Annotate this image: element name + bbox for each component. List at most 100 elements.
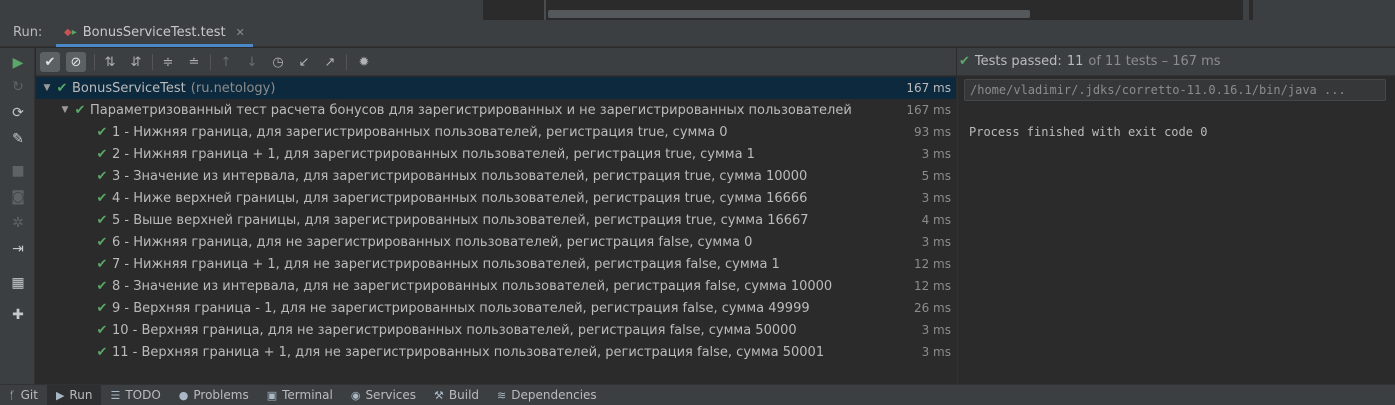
test-duration: 167 ms xyxy=(906,103,951,117)
test-case-row[interactable]: ✔ 4 - Ниже верхней границы, для зарегист… xyxy=(36,187,956,209)
tool-tab-terminal[interactable]: ▣ Terminal xyxy=(258,385,342,405)
tool-tab-problems[interactable]: ● Problems xyxy=(170,385,258,405)
export-tests-icon[interactable]: ↗ xyxy=(320,52,340,72)
settings-wrench-icon[interactable]: ✎ xyxy=(9,130,27,148)
passed-check-icon: ✔ xyxy=(56,80,68,96)
folded-command-line[interactable]: /home/vladimir/.jdks/corretto-11.0.16.1/… xyxy=(964,79,1386,101)
test-duration: 4 ms xyxy=(921,213,951,227)
rerun-failed-icon[interactable]: ↻ xyxy=(9,78,27,96)
passed-check-icon: ✔ xyxy=(96,146,108,162)
run-panel-label: Run: xyxy=(13,25,43,40)
test-duration: 26 ms xyxy=(913,301,951,315)
tool-tab-label: Services xyxy=(365,388,417,402)
tool-tab-build[interactable]: ⚒ Build xyxy=(425,385,488,405)
passed-check-icon: ✔ xyxy=(959,54,970,69)
test-case-label: 6 - Нижняя граница, для не зарегистриров… xyxy=(112,234,753,250)
tool-tab-run[interactable]: ▶ Run xyxy=(46,384,102,405)
toggle-auto-test-icon[interactable]: ⟳ xyxy=(9,104,27,122)
test-case-row[interactable]: ✔ 11 - Верхняя граница + 1, для не зарег… xyxy=(36,341,956,363)
chevron-down-icon[interactable]: ▼ xyxy=(40,83,54,93)
passed-check-icon: ✔ xyxy=(96,212,108,228)
toolbar-separator xyxy=(210,54,211,70)
tool-tab-services[interactable]: ◉ Services xyxy=(342,385,425,405)
services-icon: ◉ xyxy=(350,388,361,402)
tree-root-row[interactable]: ▼ ✔ BonusServiceTest (ru.netology) 167 m… xyxy=(36,77,956,99)
sort-alphabetically-icon[interactable]: ⇅ xyxy=(100,52,120,72)
tool-tab-label: Problems xyxy=(193,388,249,402)
status-prefix: Tests passed: xyxy=(974,54,1062,69)
horizontal-scrollbar[interactable] xyxy=(548,10,1030,18)
previous-failed-icon[interactable]: ↑ xyxy=(216,52,236,72)
test-duration: 93 ms xyxy=(913,125,951,139)
tab-run-configuration[interactable]: ◆▸ BonusServiceTest.test ✕ xyxy=(56,20,253,47)
import-tests-icon[interactable]: ↙ xyxy=(294,52,314,72)
info-icon: ● xyxy=(178,388,189,402)
tool-tab-dependencies[interactable]: ≋ Dependencies xyxy=(488,385,606,405)
tool-tab-label: Dependencies xyxy=(511,388,597,402)
gear-icon[interactable]: ✹ xyxy=(354,52,374,72)
tool-tab-label: Terminal xyxy=(282,388,333,402)
fold-ellipsis[interactable]: ... xyxy=(1324,83,1346,97)
status-passed-count: 11 xyxy=(1066,54,1084,69)
test-case-label: 5 - Выше верхней границы, для зарегистри… xyxy=(112,212,809,228)
java-command: /home/vladimir/.jdks/corretto-11.0.16.1/… xyxy=(970,83,1317,97)
test-case-label: 1 - Нижняя граница, для зарегистрированн… xyxy=(112,124,728,140)
test-duration: 3 ms xyxy=(921,235,951,249)
show-ignored-icon[interactable]: ⊘ xyxy=(66,52,86,72)
test-case-row[interactable]: ✔ 9 - Верхняя граница - 1, для не зареги… xyxy=(36,297,956,319)
test-duration: 3 ms xyxy=(921,147,951,161)
layout-icon[interactable]: ▦ xyxy=(9,274,27,292)
test-duration: 12 ms xyxy=(913,279,951,293)
test-case-row[interactable]: ✔ 1 - Нижняя граница, для зарегистрирова… xyxy=(36,121,956,143)
terminal-icon: ▣ xyxy=(266,388,278,402)
tool-tab-label: Build xyxy=(448,388,480,402)
editor-divider xyxy=(1243,0,1249,20)
test-runner-toolbar: ✔ ⊘ ⇅ ⇵ ≑ ≐ ↑ ↓ ◷ ↙ ↗ ✹ xyxy=(36,48,956,76)
test-case-label: 7 - Нижняя граница + 1, для не зарегистр… xyxy=(112,256,780,272)
run-side-toolbar: ▶ ↻ ⟳ ✎ ■ ◙ ✲ ⇥ ▦ ✚ xyxy=(0,48,35,384)
git-branch-icon: ᚶ xyxy=(9,388,16,402)
test-case-row[interactable]: ✔ 7 - Нижняя граница + 1, для не зарегис… xyxy=(36,253,956,275)
test-case-label: 2 - Нижняя граница + 1, для зарегистриро… xyxy=(112,146,755,162)
editor-area-strip xyxy=(0,0,1395,20)
test-case-row[interactable]: ✔ 6 - Нижняя граница, для не зарегистрир… xyxy=(36,231,956,253)
toolbar-separator xyxy=(346,54,347,70)
status-suffix: of 11 tests – 167 ms xyxy=(1088,54,1221,69)
test-duration: 3 ms xyxy=(921,191,951,205)
pin-icon[interactable]: ✚ xyxy=(9,306,27,324)
show-passed-icon[interactable]: ✔ xyxy=(40,52,60,72)
test-case-label: 11 - Верхняя граница + 1, для не зарегис… xyxy=(112,344,825,360)
tool-tab-label: Run xyxy=(69,388,93,402)
exit-icon[interactable]: ⇥ xyxy=(9,240,27,258)
test-case-row[interactable]: ✔ 10 - Верхняя граница, для не зарегистр… xyxy=(36,319,956,341)
debug-icon[interactable]: ✲ xyxy=(9,214,27,232)
passed-check-icon: ✔ xyxy=(96,322,108,338)
console-output[interactable]: /home/vladimir/.jdks/corretto-11.0.16.1/… xyxy=(957,77,1395,384)
tool-tab-todo[interactable]: ☰ TODO xyxy=(101,385,169,405)
sort-by-duration-icon[interactable]: ⇵ xyxy=(126,52,146,72)
tool-tab-git[interactable]: ᚶ Git xyxy=(0,385,47,405)
tree-group-row[interactable]: ▼ ✔ Параметризованный тест расчета бонус… xyxy=(36,99,956,121)
passed-check-icon: ✔ xyxy=(96,168,108,184)
passed-check-icon: ✔ xyxy=(96,190,108,206)
layers-icon: ≋ xyxy=(497,388,507,402)
test-case-row[interactable]: ✔ 5 - Выше верхней границы, для зарегист… xyxy=(36,209,956,231)
test-class-label: BonusServiceTest xyxy=(72,80,186,96)
test-case-label: 3 - Значение из интервала, для зарегистр… xyxy=(112,168,808,184)
test-history-icon[interactable]: ◷ xyxy=(268,52,288,72)
test-case-row[interactable]: ✔ 3 - Значение из интервала, для зарегис… xyxy=(36,165,956,187)
camera-icon[interactable]: ◙ xyxy=(9,188,27,206)
test-case-row[interactable]: ✔ 8 - Значение из интервала, для не заре… xyxy=(36,275,956,297)
chevron-down-icon[interactable]: ▼ xyxy=(58,105,72,115)
close-icon[interactable]: ✕ xyxy=(236,26,245,39)
play-icon: ▶ xyxy=(55,388,65,402)
rerun-icon[interactable]: ▶ xyxy=(9,54,27,72)
tool-window-bar: ᚶ Git ▶ Run ☰ TODO ● Problems ▣ Terminal… xyxy=(0,384,1395,405)
test-case-label: 4 - Ниже верхней границы, для зарегистри… xyxy=(112,190,808,206)
collapse-all-icon[interactable]: ≐ xyxy=(184,52,204,72)
test-case-row[interactable]: ✔ 2 - Нижняя граница + 1, для зарегистри… xyxy=(36,143,956,165)
stop-icon[interactable]: ■ xyxy=(9,162,27,180)
test-status: ✔ Tests passed: 11 of 11 tests – 167 ms xyxy=(957,48,1395,76)
next-failed-icon[interactable]: ↓ xyxy=(242,52,262,72)
expand-all-icon[interactable]: ≑ xyxy=(158,52,178,72)
